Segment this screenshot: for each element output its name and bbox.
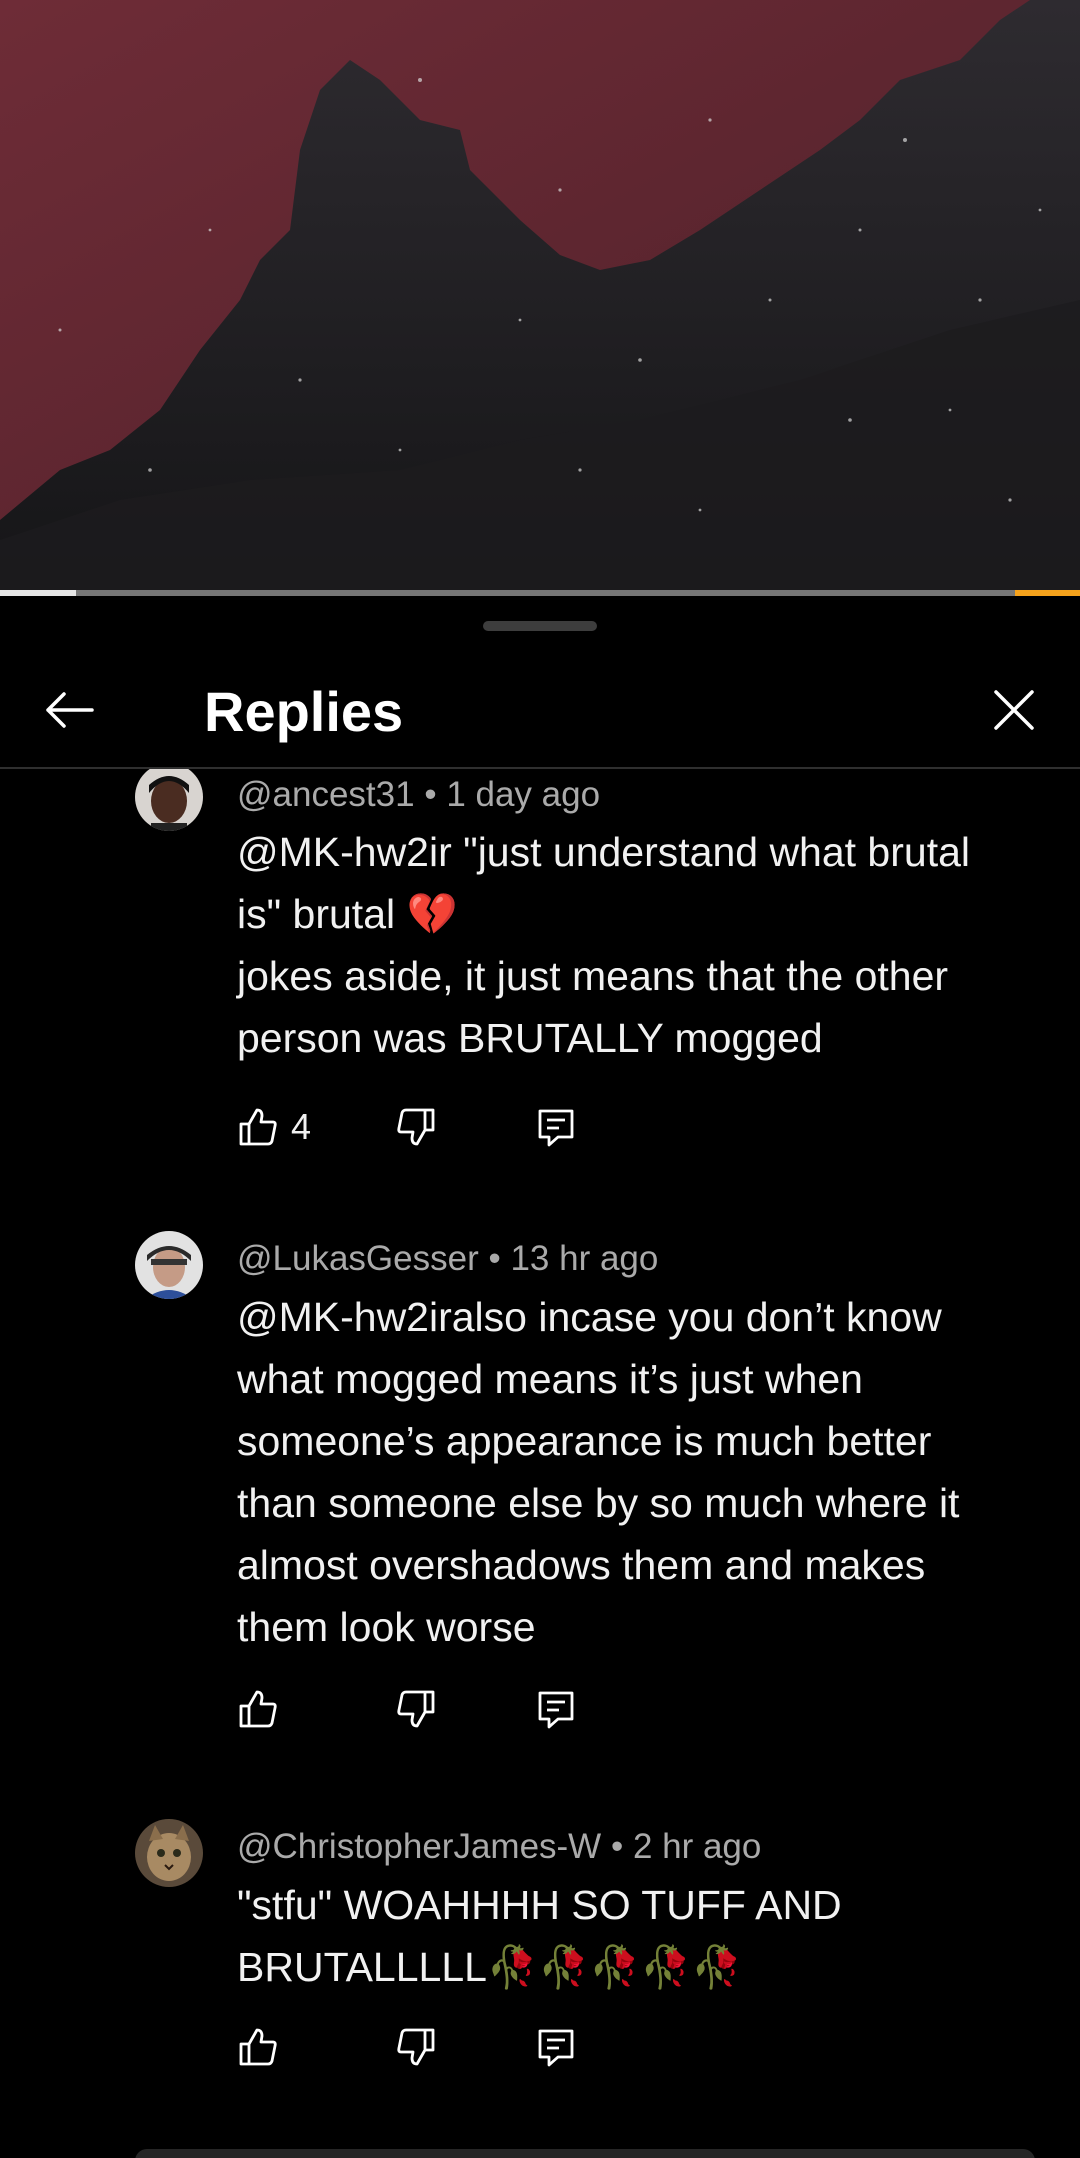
- reply-meta: @LukasGesser • 13 hr ago: [237, 1239, 658, 1279]
- reply-author[interactable]: @ChristopherJames-W: [237, 1827, 601, 1866]
- reply-time: 1 day ago: [446, 775, 601, 814]
- like-button[interactable]: [237, 1679, 291, 1739]
- thumbs-down-icon: [397, 2028, 435, 2066]
- like-button[interactable]: 4: [237, 1097, 311, 1157]
- video-player[interactable]: [0, 0, 1080, 596]
- reply-meta: @ChristopherJames-W • 2 hr ago: [237, 1827, 761, 1867]
- reply-text: @MK-hw2ir "just understand what brutal i…: [237, 829, 970, 1061]
- meta-separator: •: [610, 1827, 633, 1866]
- sheet-header: Replies: [0, 656, 1080, 766]
- avatar-image: [135, 1819, 203, 1887]
- page-title: Replies: [204, 680, 404, 743]
- reply-meta: @ancest31 • 1 day ago: [237, 775, 600, 815]
- thumbs-up-icon: [239, 1690, 277, 1728]
- avatar[interactable]: [135, 769, 203, 831]
- reply-actions: 4: [237, 1097, 637, 1157]
- reply-author[interactable]: @ancest31: [237, 775, 415, 814]
- reply-time: 2 hr ago: [632, 1827, 762, 1866]
- reply-text: "stfu" WOAHHHH SO TUFF AND BRUTALLLLL🥀🥀🥀…: [237, 1882, 842, 1990]
- meta-separator: •: [488, 1239, 511, 1278]
- like-button[interactable]: [237, 2017, 291, 2077]
- reply-actions: [237, 2017, 637, 2077]
- back-button[interactable]: [38, 678, 102, 742]
- bottom-sheet-peek: [135, 2149, 1035, 2158]
- meta-separator: •: [424, 775, 447, 814]
- thumbs-up-icon: [239, 2028, 277, 2066]
- reply-author[interactable]: @LukasGesser: [237, 1239, 479, 1278]
- avatar-image: [135, 769, 203, 831]
- reply-time: 13 hr ago: [510, 1239, 659, 1278]
- dislike-button[interactable]: [395, 2017, 437, 2077]
- thumbs-down-icon: [397, 1690, 435, 1728]
- reply-icon: [538, 1691, 574, 1729]
- avatar-image: [135, 1231, 203, 1299]
- close-button[interactable]: [982, 678, 1046, 742]
- close-icon: [994, 690, 1034, 730]
- reply-icon: [538, 2029, 574, 2067]
- reply-actions: [237, 1679, 637, 1739]
- video-frame-image: [0, 0, 1080, 596]
- reply-button[interactable]: [535, 2017, 577, 2077]
- replies-list[interactable]: @ancest31 • 1 day ago @MK-hw2ir "just un…: [0, 769, 1080, 2158]
- drag-handle[interactable]: [483, 621, 597, 631]
- thumbs-up-icon: [239, 1108, 277, 1146]
- reply-button[interactable]: [535, 1097, 577, 1157]
- like-count: 4: [291, 1106, 312, 1147]
- replies-sheet: Replies @ancest31 • 1 day ago @MK-hw2ir …: [0, 596, 1080, 2158]
- avatar[interactable]: [135, 1819, 203, 1887]
- thumbs-down-icon: [397, 1108, 435, 1146]
- reply-icon: [538, 1109, 574, 1147]
- arrow-left-icon: [46, 692, 94, 728]
- dislike-button[interactable]: [395, 1097, 437, 1157]
- dislike-button[interactable]: [395, 1679, 437, 1739]
- reply-button[interactable]: [535, 1679, 577, 1739]
- avatar[interactable]: [135, 1231, 203, 1299]
- reply-text: @MK-hw2iralso incase you don’t know what…: [237, 1294, 960, 1650]
